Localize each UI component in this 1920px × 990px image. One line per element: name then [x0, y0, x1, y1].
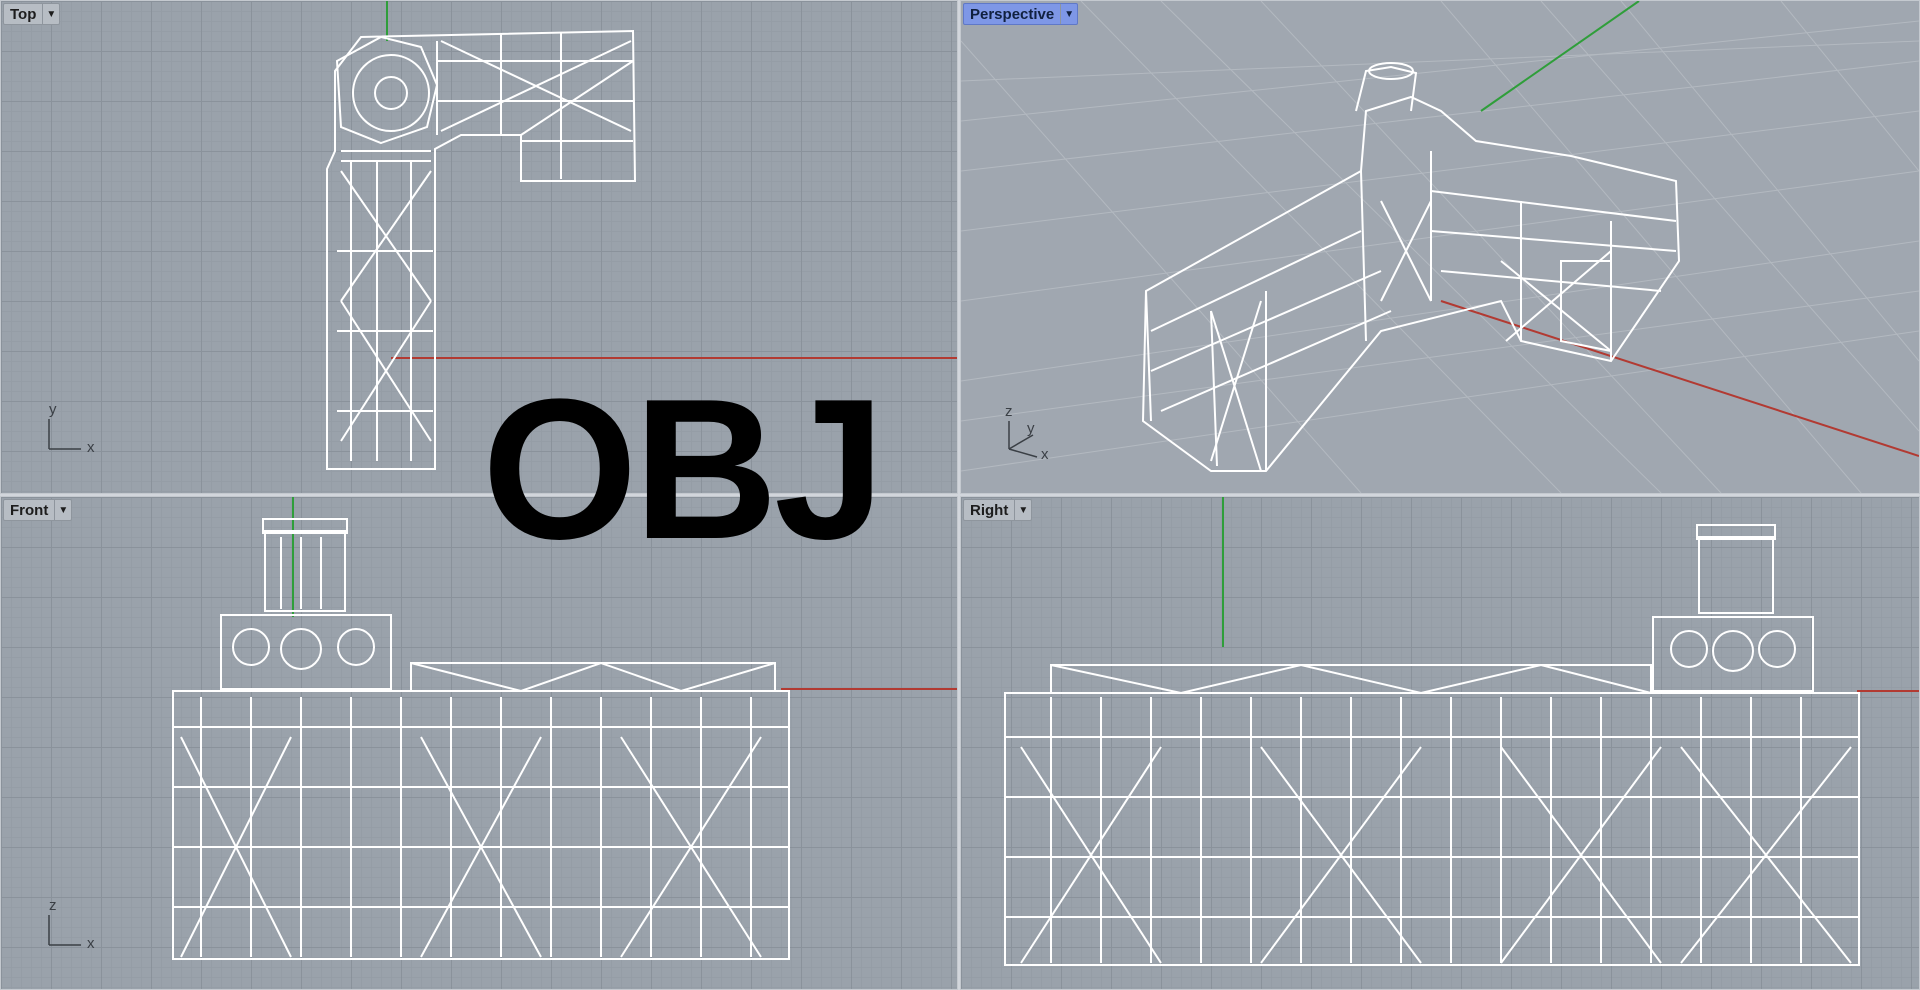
axis-gizmo-front: z x — [48, 897, 95, 952]
viewport-label-front[interactable]: Front ▼ — [3, 499, 73, 521]
viewport-title: Perspective — [970, 5, 1055, 23]
axis-gizmo-top: y x — [48, 401, 95, 456]
y-axis-line — [1480, 1, 1640, 112]
axis-label-x: x — [87, 439, 95, 456]
axis-label-x: x — [87, 935, 95, 952]
perspective-grid — [961, 1, 1919, 493]
axis-label-y: y — [49, 401, 57, 418]
obj-overlay-logo: OBJ — [482, 358, 885, 581]
chevron-down-icon[interactable]: ▼ — [42, 4, 59, 24]
perspective-view-canvas[interactable]: z y x — [961, 1, 1919, 493]
axis-label-y: y — [1027, 420, 1035, 437]
viewport-title: Front — [10, 501, 49, 519]
axis-label-x: x — [1041, 446, 1049, 463]
axis-label-z: z — [49, 897, 57, 914]
viewport-label-top[interactable]: Top ▼ — [3, 3, 61, 25]
axis-label-z: z — [1005, 403, 1013, 420]
chevron-down-icon[interactable]: ▼ — [1060, 4, 1077, 24]
viewport-label-right[interactable]: Right ▼ — [963, 499, 1033, 521]
viewport-perspective[interactable]: z y x Perspective ▼ — [960, 0, 1920, 494]
viewport-title: Top — [10, 5, 37, 23]
chevron-down-icon[interactable]: ▼ — [1014, 500, 1031, 520]
viewport-label-perspective[interactable]: Perspective ▼ — [963, 3, 1079, 25]
viewport-title: Right — [970, 501, 1009, 519]
building-wireframe-front — [172, 518, 790, 960]
viewport-right[interactable]: Right ▼ — [960, 496, 1920, 990]
right-view-canvas[interactable] — [961, 497, 1919, 989]
chevron-down-icon[interactable]: ▼ — [54, 500, 71, 520]
building-wireframe-right — [1004, 524, 1860, 966]
building-wireframe-perspective — [1141, 62, 1681, 472]
